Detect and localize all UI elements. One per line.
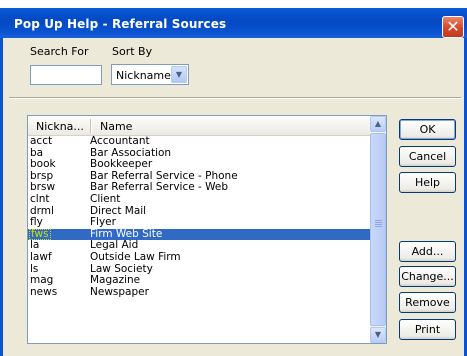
list-item[interactable]: mag Magazine xyxy=(28,275,370,287)
list-item[interactable]: ba Bar Association xyxy=(28,147,370,160)
add-button[interactable]: Add... xyxy=(399,241,456,262)
list-item-name: Accountant xyxy=(90,135,150,147)
scroll-down-button[interactable]: ▼ xyxy=(370,327,386,343)
chevron-down-icon: ▼ xyxy=(374,330,382,339)
list-item-nickname: news xyxy=(30,285,58,298)
close-button[interactable]: ✕ xyxy=(442,16,464,38)
chevron-down-icon[interactable]: ▼ xyxy=(171,66,187,83)
search-input[interactable] xyxy=(30,65,102,85)
grip-line xyxy=(375,226,382,227)
list-item[interactable]: acct Accountant xyxy=(28,135,370,148)
chevron-up-icon: ▲ xyxy=(374,119,382,128)
list-item-name: Magazine xyxy=(90,274,141,287)
list-item-nickname: fly xyxy=(30,216,43,229)
help-button[interactable]: Help xyxy=(399,172,456,193)
scroll-up-button[interactable]: ▲ xyxy=(370,116,386,132)
window-border-left xyxy=(0,38,3,356)
top-strip xyxy=(0,0,467,8)
list-header: Nickna... Name xyxy=(28,116,370,136)
referral-list[interactable]: Nickna... Name acct Accountant ba Bar Assoc… xyxy=(27,115,387,344)
grip-line xyxy=(375,222,382,223)
sort-by-value: Nickname xyxy=(116,69,171,82)
dialog-window: Pop Up Help - Referral Sources ✕ Search … xyxy=(0,0,467,356)
scrollbar-thumb[interactable] xyxy=(370,133,386,326)
list-item-name: Outside Law Firm xyxy=(90,250,181,263)
list-item[interactable]: drml Direct Mail xyxy=(28,205,370,218)
list-rows: acct Accountant ba Bar Association book Bookk… xyxy=(28,135,370,299)
change-button[interactable]: Change... xyxy=(399,266,456,287)
close-icon: ✕ xyxy=(446,17,460,36)
grip-line xyxy=(375,220,382,221)
window-title: Pop Up Help - Referral Sources xyxy=(14,17,227,31)
list-item[interactable]: lawf Outside Law Firm xyxy=(28,250,370,264)
grip-line xyxy=(375,224,382,225)
list-item-name: Newspaper xyxy=(90,285,149,298)
list-item-name: Client xyxy=(90,192,121,205)
search-for-label: Search For xyxy=(30,45,89,58)
list-item[interactable]: brsw Bar Referral Service - Web xyxy=(28,182,370,194)
column-separator[interactable] xyxy=(90,119,92,133)
sort-by-label: Sort By xyxy=(112,45,153,58)
list-item[interactable]: clnt Client xyxy=(28,192,370,206)
ok-button[interactable]: OK xyxy=(399,119,456,140)
sort-by-select[interactable]: Nickname ▼ xyxy=(111,64,189,85)
print-button[interactable]: Print xyxy=(399,319,456,340)
title-bar[interactable]: Pop Up Help - Referral Sources ✕ xyxy=(0,8,467,38)
separator-line xyxy=(9,97,461,99)
list-item-nickname: acct xyxy=(30,135,53,147)
vertical-scrollbar[interactable]: ▲ ▼ xyxy=(370,116,386,343)
remove-button[interactable]: Remove xyxy=(399,292,456,313)
list-item[interactable]: ls Law Society xyxy=(28,263,370,276)
list-item-nickname: lawf xyxy=(30,250,52,263)
list-item[interactable]: la Legal Aid xyxy=(28,240,370,252)
column-header-name[interactable]: Name xyxy=(100,120,132,133)
cancel-button[interactable]: Cancel xyxy=(399,146,456,167)
list-item-nickname: mag xyxy=(30,274,54,287)
list-item-name: Flyer xyxy=(90,216,116,229)
column-header-nickname[interactable]: Nickna... xyxy=(36,120,84,133)
list-item-nickname: clnt xyxy=(30,192,50,205)
list-item[interactable]: fly Flyer xyxy=(28,217,370,229)
list-item[interactable]: fws Firm Web Site xyxy=(28,228,370,241)
list-item[interactable]: news Newspaper xyxy=(28,285,370,299)
